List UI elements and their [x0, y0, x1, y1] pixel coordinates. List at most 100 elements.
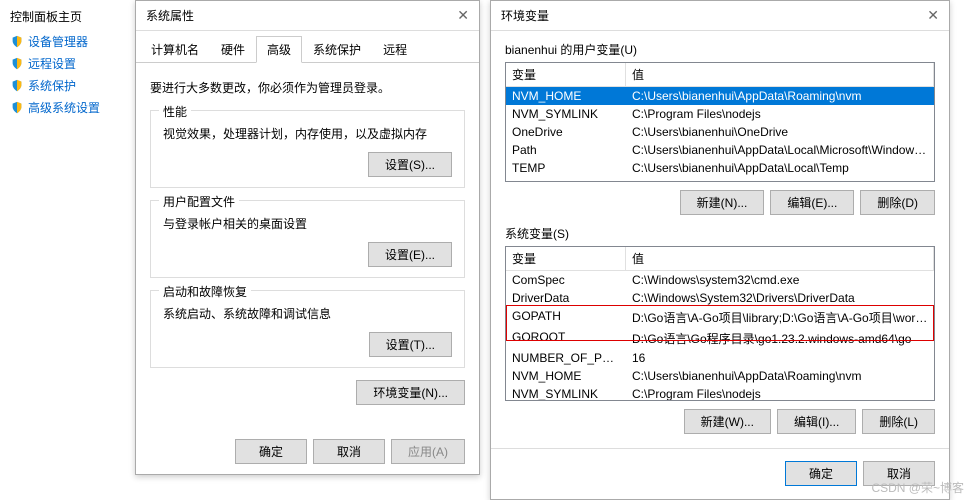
sys-vars-table: 变量 值 ComSpecC:\Windows\system32\cmd.exeD…	[505, 246, 935, 401]
sidebar-item-advanced[interactable]: 高级系统设置	[10, 99, 105, 116]
new-sys-button[interactable]: 新建(W)...	[684, 409, 771, 434]
header-value[interactable]: 值	[626, 63, 934, 86]
table-row[interactable]: OneDriveC:\Users\bianenhui\OneDrive	[506, 123, 934, 141]
cancel-button[interactable]: 取消	[313, 439, 385, 464]
dialog-body: 要进行大多数更改，你必须作为管理员登录。 性能 视觉效果，处理器计划，内存使用，…	[136, 63, 479, 415]
var-name: ComSpec	[506, 271, 626, 289]
ok-button[interactable]: 确定	[785, 461, 857, 486]
var-name: GOROOT	[506, 328, 626, 349]
var-value: C:\Users\bianenhui\AppData\Local\Microso…	[626, 141, 934, 159]
group-desc: 系统启动、系统故障和调试信息	[163, 305, 452, 322]
dialog-footer: 确定 取消 应用(A)	[235, 439, 465, 464]
sidebar-label: 高级系统设置	[28, 99, 100, 116]
header-variable[interactable]: 变量	[506, 247, 626, 270]
var-name: TMP	[506, 177, 626, 182]
edit-user-button[interactable]: 编辑(E)...	[770, 190, 854, 215]
var-name: GOPATH	[506, 307, 626, 328]
watermark: CSDN @荣~博客	[871, 479, 964, 496]
apply-button[interactable]: 应用(A)	[391, 439, 465, 464]
var-name: NVM_HOME	[506, 367, 626, 385]
edit-sys-button[interactable]: 编辑(I)...	[777, 409, 856, 434]
env-vars-button[interactable]: 环境变量(N)...	[356, 380, 465, 405]
sys-vars-label: 系统变量(S)	[505, 225, 949, 242]
user-actions: 新建(N)... 编辑(E)... 删除(D)	[505, 190, 935, 215]
sidebar-item-remote[interactable]: 远程设置	[10, 55, 105, 72]
var-name: OneDrive	[506, 123, 626, 141]
user-vars-table: 变量 值 NVM_HOMEC:\Users\bianenhui\AppData\…	[505, 62, 935, 182]
var-value: C:\Users\bianenhui\AppData\Local\Temp	[626, 159, 934, 177]
var-value: C:\Program Files\nodejs	[626, 105, 934, 123]
system-properties-dialog: 系统属性 ✕ 计算机名 硬件 高级 系统保护 远程 要进行大多数更改，你必须作为…	[135, 0, 480, 475]
admin-note: 要进行大多数更改，你必须作为管理员登录。	[150, 79, 465, 96]
ok-button[interactable]: 确定	[235, 439, 307, 464]
var-value: D:\Go语言\Go程序目录\go1.23.2.windows-amd64\go	[626, 328, 934, 349]
header-variable[interactable]: 变量	[506, 63, 626, 86]
delete-user-button[interactable]: 删除(D)	[860, 190, 935, 215]
dialog-titlebar: 系统属性 ✕	[136, 1, 479, 31]
table-row[interactable]: NVM_SYMLINKC:\Program Files\nodejs	[506, 105, 934, 123]
tab-computer-name[interactable]: 计算机名	[140, 36, 210, 63]
close-icon[interactable]: ✕	[457, 7, 469, 24]
var-value: C:\Windows\system32\cmd.exe	[626, 271, 934, 289]
sidebar-title: 控制面板主页	[10, 8, 105, 25]
tab-remote[interactable]: 远程	[372, 36, 418, 63]
startup-settings-button[interactable]: 设置(T)...	[369, 332, 452, 357]
sidebar-label: 设备管理器	[28, 33, 88, 50]
startup-group: 启动和故障恢复 系统启动、系统故障和调试信息 设置(T)...	[150, 290, 465, 368]
table-row[interactable]: NUMBER_OF_PROCESSORS16	[506, 349, 934, 367]
new-user-button[interactable]: 新建(N)...	[680, 190, 765, 215]
table-row[interactable]: TMPC:\Users\bianenhui\AppData\Local\Temp	[506, 177, 934, 182]
dialog-title: 系统属性	[146, 7, 194, 24]
header-value[interactable]: 值	[626, 247, 934, 270]
table-row[interactable]: NVM_HOMEC:\Users\bianenhui\AppData\Roami…	[506, 367, 934, 385]
delete-sys-button[interactable]: 删除(L)	[862, 409, 935, 434]
var-name: TEMP	[506, 159, 626, 177]
table-row[interactable]: NVM_HOMEC:\Users\bianenhui\AppData\Roami…	[506, 87, 934, 105]
close-icon[interactable]: ✕	[927, 7, 939, 24]
tab-hardware[interactable]: 硬件	[210, 36, 256, 63]
tab-protection[interactable]: 系统保护	[302, 36, 372, 63]
sidebar-item-device-manager[interactable]: 设备管理器	[10, 33, 105, 50]
var-value: C:\Program Files\nodejs	[626, 385, 934, 401]
sidebar-label: 远程设置	[28, 55, 76, 72]
profile-settings-button[interactable]: 设置(E)...	[368, 242, 452, 267]
table-row[interactable]: ComSpecC:\Windows\system32\cmd.exe	[506, 271, 934, 289]
dialog-title: 环境变量	[501, 7, 549, 24]
var-value: C:\Users\bianenhui\OneDrive	[626, 123, 934, 141]
var-value: C:\Users\bianenhui\AppData\Roaming\nvm	[626, 87, 934, 105]
tabs: 计算机名 硬件 高级 系统保护 远程	[136, 31, 479, 63]
control-panel-sidebar: 控制面板主页 设备管理器 远程设置 系统保护 高级系统设置	[0, 0, 115, 129]
var-name: NVM_SYMLINK	[506, 385, 626, 401]
environment-variables-dialog: 环境变量 ✕ bianenhui 的用户变量(U) 变量 值 NVM_HOMEC…	[490, 0, 950, 500]
var-value: D:\Go语言\A-Go项目\library;D:\Go语言\A-Go项目\wo…	[626, 307, 934, 328]
sidebar-label: 系统保护	[28, 77, 76, 94]
sidebar-item-protection[interactable]: 系统保护	[10, 77, 105, 94]
table-row[interactable]: TEMPC:\Users\bianenhui\AppData\Local\Tem…	[506, 159, 934, 177]
var-value: 16	[626, 349, 934, 367]
performance-group: 性能 视觉效果，处理器计划，内存使用，以及虚拟内存 设置(S)...	[150, 110, 465, 188]
group-desc: 视觉效果，处理器计划，内存使用，以及虚拟内存	[163, 125, 452, 142]
shield-icon	[10, 57, 24, 71]
var-name: NVM_SYMLINK	[506, 105, 626, 123]
table-row[interactable]: NVM_SYMLINKC:\Program Files\nodejs	[506, 385, 934, 401]
dialog-titlebar: 环境变量 ✕	[491, 1, 949, 31]
perf-settings-button[interactable]: 设置(S)...	[368, 152, 452, 177]
table-row[interactable]: DriverDataC:\Windows\System32\Drivers\Dr…	[506, 289, 934, 307]
group-title: 用户配置文件	[159, 193, 239, 210]
var-name: NUMBER_OF_PROCESSORS	[506, 349, 626, 367]
var-value: C:\Users\bianenhui\AppData\Local\Temp	[626, 177, 934, 182]
tab-advanced[interactable]: 高级	[256, 36, 302, 63]
var-value: C:\Windows\System32\Drivers\DriverData	[626, 289, 934, 307]
profile-group: 用户配置文件 与登录帐户相关的桌面设置 设置(E)...	[150, 200, 465, 278]
var-name: NVM_HOME	[506, 87, 626, 105]
var-name: DriverData	[506, 289, 626, 307]
table-row[interactable]: PathC:\Users\bianenhui\AppData\Local\Mic…	[506, 141, 934, 159]
table-row[interactable]: GOROOTD:\Go语言\Go程序目录\go1.23.2.windows-am…	[506, 328, 934, 349]
shield-icon	[10, 35, 24, 49]
var-name: Path	[506, 141, 626, 159]
group-desc: 与登录帐户相关的桌面设置	[163, 215, 452, 232]
var-value: C:\Users\bianenhui\AppData\Roaming\nvm	[626, 367, 934, 385]
table-header: 变量 值	[506, 63, 934, 87]
table-header: 变量 值	[506, 247, 934, 271]
table-row[interactable]: GOPATHD:\Go语言\A-Go项目\library;D:\Go语言\A-G…	[506, 307, 934, 328]
